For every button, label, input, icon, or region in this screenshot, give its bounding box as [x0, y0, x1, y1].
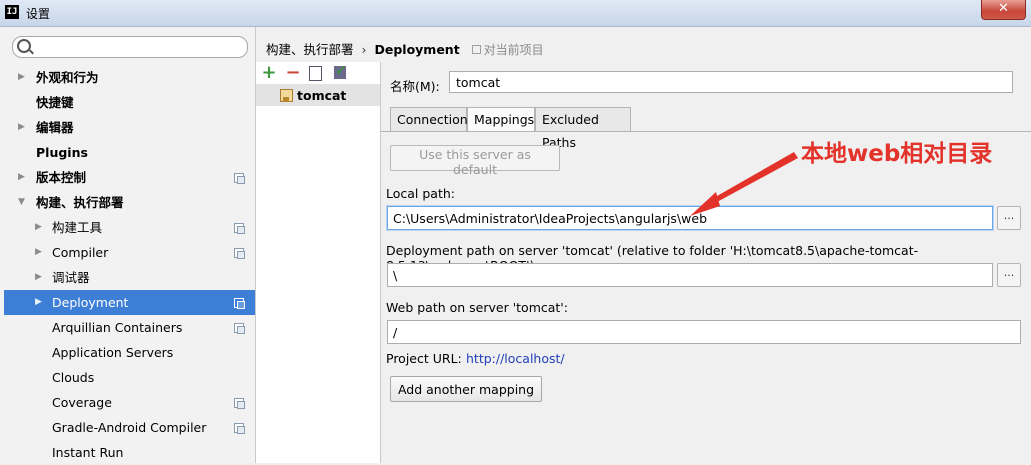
sidebar-item-plugins[interactable]: Plugins — [4, 140, 255, 165]
sidebar-item-label: 构建、执行部署 — [36, 195, 124, 210]
project-level-icon — [234, 173, 245, 184]
expanded-chevron-icon[interactable]: ▼ — [18, 190, 25, 215]
settings-search[interactable] — [12, 36, 248, 58]
project-url-label: Project URL: — [386, 351, 462, 366]
web-path-input[interactable] — [387, 320, 1021, 344]
name-label: 名称(M): — [390, 79, 440, 94]
tab-connection[interactable]: Connection — [390, 107, 468, 131]
scope-label: 对当前项目 — [483, 43, 544, 57]
annotation-label: 本地web相对目录 — [801, 141, 993, 167]
sidebar-item-label: 编辑器 — [36, 120, 74, 135]
collapsed-chevron-icon[interactable]: ▶ — [35, 290, 42, 315]
project-scope-icon — [471, 45, 481, 54]
add-server-button[interactable]: + — [260, 63, 278, 83]
project-level-icon — [234, 323, 245, 334]
tab-mappings[interactable]: Mappings — [467, 107, 535, 132]
project-level-icon — [234, 248, 245, 259]
copy-server-icon[interactable] — [305, 63, 322, 81]
collapsed-chevron-icon[interactable]: ▶ — [35, 240, 42, 265]
sidebar-item-label: Plugins — [36, 145, 88, 160]
remove-server-button[interactable]: − — [284, 63, 302, 83]
breadcrumb-separator: › — [361, 42, 367, 57]
breadcrumb-parent[interactable]: 构建、执行部署 — [266, 42, 354, 57]
sidebar-item-clouds[interactable]: Clouds — [4, 365, 255, 390]
deployment-path-browse-button[interactable]: ... — [997, 263, 1021, 287]
sidebar-item-快捷键[interactable]: 快捷键 — [4, 90, 255, 115]
collapsed-chevron-icon[interactable]: ▶ — [18, 115, 25, 140]
sidebar-item-label: Coverage — [52, 395, 112, 410]
sidebar-item-arquillian-containers[interactable]: Arquillian Containers — [4, 315, 255, 340]
title-bar: IJ 设置 ✕ — [0, 0, 1031, 27]
sidebar-item-label: Clouds — [52, 370, 95, 385]
server-list: + − tomcat — [256, 61, 381, 463]
local-path-label: Local path: — [386, 186, 456, 201]
arrow-head — [690, 192, 720, 216]
deployment-path-input[interactable] — [387, 263, 993, 287]
scope-hint: 对当前项目 — [471, 43, 544, 57]
project-level-icon — [234, 398, 245, 409]
sidebar-item-label: 快捷键 — [36, 95, 74, 110]
sidebar-item-label: 调试器 — [52, 270, 90, 285]
close-button[interactable]: ✕ — [981, 0, 1026, 20]
sidebar-item-deployment[interactable]: ▶ Deployment — [4, 290, 255, 315]
breadcrumb-current: Deployment — [374, 42, 460, 57]
project-level-icon — [234, 423, 245, 434]
use-as-default-button[interactable]: Use this server as default — [390, 145, 560, 177]
annotation-arrow — [690, 152, 798, 216]
tab-divider — [381, 131, 1031, 132]
sidebar-item-外观和行为[interactable]: ▶ 外观和行为 — [4, 65, 255, 90]
sidebar-item-label: Instant Run — [52, 445, 124, 460]
app-logo-icon: IJ — [5, 5, 19, 19]
settings-sidebar: ▶ 外观和行为快捷键 ▶ 编辑器 Plugins ▶ 版本控制 ▼ 构建、执行部署 ▶ 构建工具 ▶ C… — [0, 27, 256, 463]
sidebar-item-application-servers[interactable]: Application Servers — [4, 340, 255, 365]
search-input[interactable] — [33, 38, 242, 56]
web-path-label: Web path on server 'tomcat': — [386, 300, 568, 315]
project-level-icon — [234, 298, 245, 309]
sidebar-item-调试器[interactable]: ▶ 调试器 — [4, 265, 255, 290]
sidebar-item-构建-执行部署[interactable]: ▼ 构建、执行部署 — [4, 190, 255, 215]
collapsed-chevron-icon[interactable]: ▶ — [35, 215, 42, 240]
sidebar-item-label: Gradle-Android Compiler — [52, 420, 207, 435]
tab-excluded-paths[interactable]: Excluded Paths — [535, 107, 631, 150]
sidebar-item-label: Arquillian Containers — [52, 320, 183, 335]
sidebar-item-compiler[interactable]: ▶ Compiler — [4, 240, 255, 265]
sidebar-item-label: Application Servers — [52, 345, 174, 360]
sidebar-item-版本控制[interactable]: ▶ 版本控制 — [4, 165, 255, 190]
server-name: tomcat — [297, 88, 347, 103]
sidebar-item-构建工具[interactable]: ▶ 构建工具 — [4, 215, 255, 240]
sidebar-item-coverage[interactable]: Coverage — [4, 390, 255, 415]
search-icon — [17, 39, 31, 53]
server-folder-icon — [280, 89, 293, 102]
server-name-input[interactable] — [449, 71, 1013, 93]
sidebar-item-label: 版本控制 — [36, 170, 87, 185]
server-config-panel: 名称(M): Connection Mappings Excluded Path… — [381, 62, 1031, 463]
local-path-browse-button[interactable]: ... — [997, 206, 1021, 230]
window-title: 设置 — [26, 7, 51, 21]
add-mapping-button[interactable]: Add another mapping — [390, 376, 542, 402]
sidebar-item-label: Deployment — [52, 295, 129, 310]
collapsed-chevron-icon[interactable]: ▶ — [18, 65, 25, 90]
set-default-server-icon[interactable] — [334, 61, 347, 81]
project-level-icon — [234, 223, 245, 234]
sidebar-item-label: Compiler — [52, 245, 109, 260]
collapsed-chevron-icon[interactable]: ▶ — [35, 265, 42, 290]
server-list-item[interactable]: tomcat — [256, 84, 380, 106]
breadcrumb: 构建、执行部署 › Deployment 对当前项目 — [266, 39, 544, 58]
sidebar-item-编辑器[interactable]: ▶ 编辑器 — [4, 115, 255, 140]
sidebar-item-instant-run[interactable]: Instant Run — [4, 440, 255, 465]
sidebar-item-label: 构建工具 — [52, 220, 103, 235]
sidebar-item-label: 外观和行为 — [36, 70, 99, 85]
collapsed-chevron-icon[interactable]: ▶ — [18, 165, 25, 190]
project-url-link[interactable]: http://localhost/ — [466, 351, 565, 366]
sidebar-item-gradle-android-compiler[interactable]: Gradle-Android Compiler — [4, 415, 255, 440]
